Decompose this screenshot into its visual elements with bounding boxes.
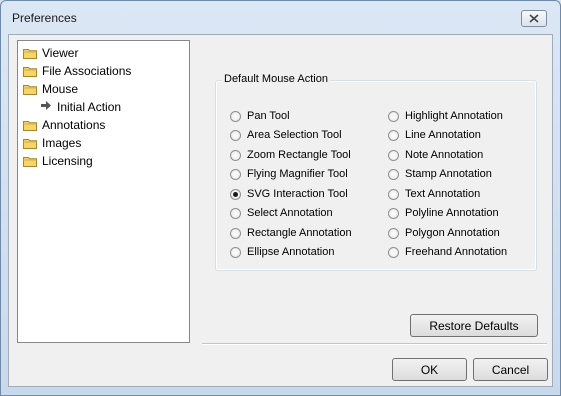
cancel-button[interactable]: Cancel: [473, 358, 548, 381]
tree-item-annotations[interactable]: Annotations: [23, 116, 105, 134]
radio-label: Stamp Annotation: [405, 168, 492, 180]
radio-label: Note Annotation: [405, 149, 484, 161]
folder-open-icon: [23, 84, 37, 95]
ok-button[interactable]: OK: [392, 358, 467, 381]
radio-label: Flying Magnifier Tool: [247, 168, 348, 180]
radio-label: Polygon Annotation: [405, 227, 500, 239]
radio-button[interactable]: [230, 110, 241, 122]
close-icon: [529, 14, 539, 23]
tree-item-label: Licensing: [42, 154, 93, 168]
tree-item-label: Mouse: [42, 82, 79, 96]
radio-button[interactable]: [388, 246, 399, 258]
title-bar[interactable]: Preferences: [1, 1, 560, 35]
radio-rectangle-annotation[interactable]: Rectangle Annotation: [230, 225, 352, 241]
tree-item-mouse[interactable]: Mouse: [23, 80, 78, 98]
radio-line-annotation[interactable]: Line Annotation: [388, 127, 481, 143]
radio-button[interactable]: [388, 207, 399, 219]
radio-polyline-annotation[interactable]: Polyline Annotation: [388, 205, 499, 221]
radio-label: Area Selection Tool: [247, 129, 342, 141]
radio-label: Line Annotation: [405, 129, 481, 141]
radio-button[interactable]: [230, 227, 241, 239]
dialog-client-area: Viewer File Associations Mouse Initial A…: [8, 34, 553, 387]
radio-area-selection-tool[interactable]: Area Selection Tool: [230, 127, 342, 143]
radio-button[interactable]: [388, 168, 399, 180]
preferences-window: Preferences Viewer File Associations Mou…: [0, 0, 561, 396]
radio-text-annotation[interactable]: Text Annotation: [388, 186, 480, 202]
radio-label: Pan Tool: [247, 110, 290, 122]
radio-label: Select Annotation: [247, 207, 333, 219]
arrow-right-icon: [41, 101, 51, 113]
radio-pan-tool[interactable]: Pan Tool: [230, 108, 290, 124]
tree-item-licensing[interactable]: Licensing: [23, 152, 93, 170]
radio-button[interactable]: [230, 207, 241, 219]
tree-item-label: File Associations: [42, 64, 132, 78]
tree-item-label: Images: [42, 136, 82, 150]
radio-button[interactable]: [230, 168, 241, 180]
radio-label: Polyline Annotation: [405, 207, 499, 219]
radio-button[interactable]: [230, 129, 241, 141]
separator: [202, 343, 547, 345]
radio-label: Freehand Annotation: [405, 246, 508, 258]
tree-item-images[interactable]: Images: [23, 134, 81, 152]
radio-label: Text Annotation: [405, 188, 481, 200]
radio-label: Zoom Rectangle Tool: [247, 149, 351, 161]
window-title: Preferences: [12, 11, 77, 25]
tree-item-viewer[interactable]: Viewer: [23, 44, 78, 62]
radio-flying-magnifier-tool[interactable]: Flying Magnifier Tool: [230, 166, 348, 182]
radio-freehand-annotation[interactable]: Freehand Annotation: [388, 244, 507, 260]
radio-label: Ellipse Annotation: [247, 246, 335, 258]
radio-button[interactable]: [230, 246, 241, 258]
tree-item-label: Viewer: [42, 46, 79, 60]
radio-button[interactable]: [230, 149, 241, 161]
radio-ellipse-annotation[interactable]: Ellipse Annotation: [230, 244, 334, 260]
tree-item-initial-action[interactable]: Initial Action: [41, 98, 121, 116]
tree-item-label: Annotations: [42, 118, 106, 132]
radio-button[interactable]: [388, 188, 399, 200]
radio-label: Highlight Annotation: [405, 110, 503, 122]
radio-button-selected[interactable]: [230, 188, 241, 200]
folder-icon: [23, 156, 37, 167]
radio-note-annotation[interactable]: Note Annotation: [388, 147, 483, 163]
radio-stamp-annotation[interactable]: Stamp Annotation: [388, 166, 492, 182]
radio-zoom-rectangle-tool[interactable]: Zoom Rectangle Tool: [230, 147, 351, 163]
radio-polygon-annotation[interactable]: Polygon Annotation: [388, 225, 500, 241]
folder-icon: [23, 138, 37, 149]
radio-button[interactable]: [388, 110, 399, 122]
tree-item-file-associations[interactable]: File Associations: [23, 62, 131, 80]
category-tree[interactable]: Viewer File Associations Mouse Initial A…: [17, 40, 190, 343]
close-button[interactable]: [521, 10, 547, 27]
radio-button[interactable]: [388, 227, 399, 239]
folder-icon: [23, 66, 37, 77]
radio-select-annotation[interactable]: Select Annotation: [230, 205, 333, 221]
tree-item-label: Initial Action: [57, 100, 122, 114]
folder-icon: [23, 120, 37, 131]
radio-button[interactable]: [388, 129, 399, 141]
radio-button[interactable]: [388, 149, 399, 161]
radio-label: Rectangle Annotation: [247, 227, 352, 239]
folder-icon: [23, 48, 37, 59]
radio-label: SVG Interaction Tool: [247, 188, 348, 200]
radio-highlight-annotation[interactable]: Highlight Annotation: [388, 108, 503, 124]
restore-defaults-button[interactable]: Restore Defaults: [410, 314, 538, 337]
default-mouse-action-group: Default Mouse Action Pan Tool Area Selec…: [215, 73, 537, 271]
radio-svg-interaction-tool[interactable]: SVG Interaction Tool: [230, 186, 348, 202]
group-title: Default Mouse Action: [222, 73, 330, 85]
